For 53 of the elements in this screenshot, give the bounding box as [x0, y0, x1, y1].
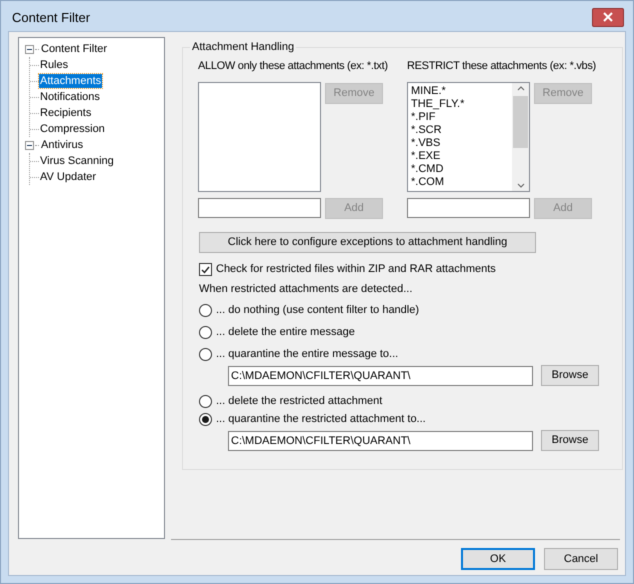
path-field[interactable]: C:\MDAEMON\CFILTER\QUARANT\ — [228, 430, 533, 450]
list-item[interactable]: MINE.* — [411, 85, 512, 98]
radio-label: ... delete the restricted attachment — [216, 395, 382, 408]
checkbox-label: Check for restricted files within ZIP and RAR attachments — [216, 263, 496, 276]
list-box[interactable] — [198, 82, 321, 192]
expander-icon[interactable] — [25, 140, 34, 150]
list-item[interactable]: *.VBS — [411, 137, 512, 150]
tree-item[interactable]: Content Filter — [40, 42, 108, 56]
list-label: RESTRICT these attachments (ex: *.vbs) — [407, 60, 596, 73]
dialog-button[interactable]: OK — [461, 548, 535, 570]
prompt-text: When restricted attachments are detected... — [199, 283, 414, 296]
close-icon — [603, 12, 613, 22]
tree-item[interactable]: Recipients — [39, 106, 92, 120]
list-item[interactable]: THE_FLY.* — [411, 98, 512, 111]
browse-button[interactable]: Browse — [541, 430, 599, 451]
radio-button[interactable] — [199, 395, 212, 408]
scroll-down-icon[interactable] — [516, 183, 524, 188]
tree-item[interactable]: Antivirus — [40, 138, 84, 152]
tree-item[interactable]: Virus Scanning — [39, 154, 115, 168]
radio-button[interactable] — [199, 304, 212, 317]
scrollbar-thumb[interactable] — [513, 96, 528, 148]
close-button[interactable] — [592, 8, 624, 26]
text-field[interactable] — [198, 198, 321, 218]
radio-label: ... delete the entire message — [216, 326, 355, 339]
radio-label: ... quarantine the entire message to... — [216, 348, 398, 361]
path-field[interactable]: C:\MDAEMON\CFILTER\QUARANT\ — [228, 366, 533, 386]
checkbox[interactable] — [199, 263, 212, 276]
list-item[interactable]: *.EXE — [411, 150, 512, 163]
radio-button[interactable] — [199, 326, 212, 339]
expander-icon[interactable] — [25, 44, 34, 54]
list-item[interactable]: *.COM — [411, 176, 512, 189]
tree-item[interactable]: AV Updater — [39, 170, 98, 184]
list-box[interactable]: MINE.* THE_FLY.* *.PIF *.SCR *.VBS *.EXE *.CMD *.COM — [407, 82, 530, 192]
scrollbar[interactable] — [512, 83, 529, 191]
radio-label: ... quarantine the restricted attachment to... — [216, 413, 426, 426]
tree-item[interactable]: Attachments — [39, 74, 102, 88]
text-field[interactable] — [407, 198, 530, 218]
radio-button[interactable] — [199, 413, 212, 426]
list-item[interactable]: *.PIF — [411, 111, 512, 124]
radio-button[interactable] — [199, 348, 212, 361]
list-item[interactable]: *.CMD — [411, 163, 512, 176]
dialog-button[interactable]: Cancel — [544, 548, 618, 570]
tree-item[interactable]: Rules — [39, 58, 70, 72]
list-item[interactable]: *.SCR — [411, 124, 512, 137]
scroll-up-icon[interactable] — [516, 86, 524, 91]
group-title: Attachment Handling — [191, 41, 296, 54]
browse-button[interactable]: Browse — [541, 365, 599, 386]
tree-item[interactable]: Compression — [39, 122, 106, 136]
exceptions-button[interactable]: Click here to configure exceptions to attachment handling — [199, 232, 536, 253]
radio-label: ... do nothing (use content filter to handle) — [216, 304, 420, 317]
list-label: ALLOW only these attachments (ex: *.txt) — [198, 60, 388, 73]
tree-item[interactable]: Notifications — [39, 90, 101, 104]
window-title: Content Filter — [12, 10, 90, 24]
